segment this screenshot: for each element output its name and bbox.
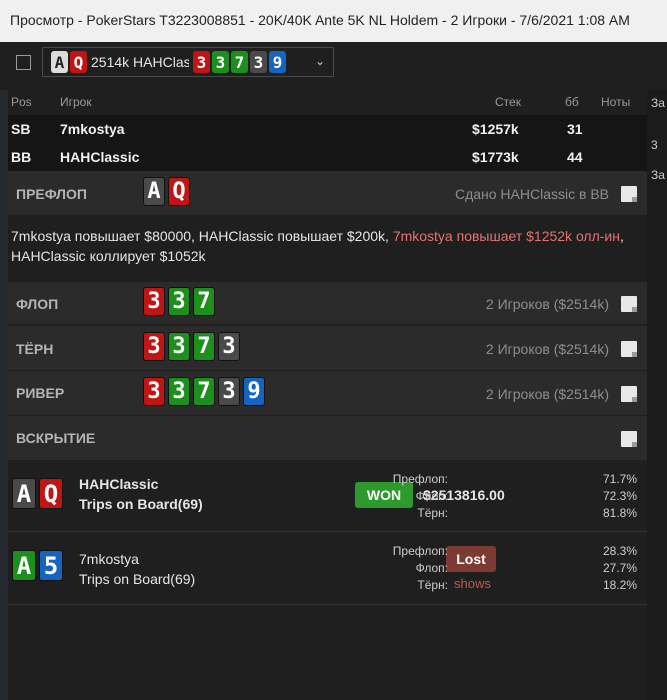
player-stack: $1773k bbox=[472, 149, 519, 165]
card-icon: A bbox=[51, 51, 68, 73]
shows-link[interactable]: shows bbox=[454, 576, 491, 591]
preflop-actions: 7mkostya повышает $80000, HAHClassic пов… bbox=[8, 215, 647, 281]
divider bbox=[8, 604, 647, 605]
preflop-info: Сдано HAHClassic в BB bbox=[454, 186, 609, 202]
table-row[interactable]: SB 7mkostya $1257k 31 bbox=[8, 115, 647, 143]
card-icon: 3 bbox=[143, 332, 165, 361]
note-icon[interactable] bbox=[621, 386, 637, 402]
card-icon: 3 bbox=[218, 377, 240, 406]
select-checkbox[interactable] bbox=[16, 55, 31, 70]
card-icon: 3 bbox=[193, 51, 210, 73]
card-icon: 3 bbox=[168, 287, 190, 316]
right-pane-value: 3 bbox=[651, 138, 658, 152]
col-bb: бб bbox=[565, 95, 579, 109]
card-icon: 7 bbox=[193, 332, 215, 361]
flop-title: ФЛОП bbox=[16, 296, 59, 312]
winner-hand-desc: Trips on Board(69) bbox=[79, 496, 203, 512]
left-edge-strip bbox=[0, 42, 8, 700]
note-icon[interactable] bbox=[621, 296, 637, 312]
right-pane-label: За bbox=[651, 168, 665, 182]
card-icon: 3 bbox=[143, 287, 165, 316]
player-bb: 44 bbox=[567, 149, 583, 165]
preflop-cards: A Q bbox=[143, 177, 193, 206]
turn-info: 2 Игроков ($2514k) bbox=[485, 341, 609, 357]
flop-section: ФЛОП 3 3 7 2 Игроков ($2514k) bbox=[8, 282, 647, 324]
card-icon: 3 bbox=[168, 332, 190, 361]
player-name: 7mkostya bbox=[60, 121, 125, 137]
showdown-section: ВСКРЫТИЕ bbox=[8, 416, 647, 460]
result-row-loser[interactable]: A 5 7mkostya Trips on Board(69) Lost sho… bbox=[8, 532, 647, 604]
card-icon: 7 bbox=[193, 377, 215, 406]
actions-text: 7mkostya повышает $80000, HAHClassic пов… bbox=[11, 228, 393, 244]
river-title: РИВЕР bbox=[16, 385, 65, 401]
player-bb: 31 bbox=[567, 121, 583, 137]
toolbar: A Q 2514k HAHClas 3 3 7 3 9 ⌄ bbox=[0, 42, 647, 90]
loser-cards: A 5 bbox=[12, 550, 66, 581]
river-cards: 3 3 7 3 9 bbox=[143, 377, 268, 406]
player-name: HAHClassic bbox=[60, 149, 140, 165]
lost-badge: Lost bbox=[446, 546, 496, 572]
card-icon: 5 bbox=[39, 550, 63, 581]
table-row[interactable]: BB HAHClassic $1773k 44 bbox=[8, 143, 647, 171]
preflop-title: ПРЕФЛОП bbox=[16, 186, 87, 202]
col-stack: Стек bbox=[495, 95, 521, 109]
flop-cards: 3 3 7 bbox=[143, 287, 218, 316]
col-pos: Pos bbox=[11, 95, 32, 109]
card-icon: 3 bbox=[143, 377, 165, 406]
card-icon: A bbox=[143, 177, 165, 206]
turn-cards: 3 3 7 3 bbox=[143, 332, 243, 361]
player-pos: BB bbox=[11, 149, 32, 165]
note-icon[interactable] bbox=[621, 186, 637, 202]
hand-selector-dropdown[interactable]: A Q 2514k HAHClas 3 3 7 3 9 ⌄ bbox=[42, 47, 334, 77]
card-icon: A bbox=[12, 550, 36, 581]
card-icon: 7 bbox=[193, 287, 215, 316]
card-icon: 9 bbox=[243, 377, 265, 406]
note-icon[interactable] bbox=[621, 341, 637, 357]
players-table-header: Pos Игрок Стек бб Ноты bbox=[8, 90, 647, 114]
col-player: Игрок bbox=[60, 95, 92, 109]
flop-info: 2 Игроков ($2514k) bbox=[485, 296, 609, 312]
card-icon: Q bbox=[70, 51, 87, 73]
allin-action-text: 7mkostya повышает $1252k олл-ин bbox=[392, 228, 620, 244]
card-icon: Q bbox=[39, 478, 63, 509]
chevron-down-icon: ⌄ bbox=[314, 54, 325, 68]
preflop-section: ПРЕФЛОП A Q Сдано HAHClassic в BB bbox=[8, 171, 647, 215]
window-title: Просмотр - PokerStars T3223008851 - 20K/… bbox=[0, 0, 667, 42]
card-icon: 7 bbox=[231, 51, 248, 73]
card-icon: A bbox=[12, 478, 36, 509]
loser-name: 7mkostya bbox=[79, 551, 139, 567]
card-icon: 3 bbox=[250, 51, 267, 73]
hand-selector-text: 2514k HAHClas bbox=[91, 54, 189, 70]
player-stack: $1257k bbox=[472, 121, 519, 137]
card-icon: Q bbox=[168, 177, 190, 206]
turn-title: ТЁРН bbox=[16, 341, 54, 357]
loser-hand-desc: Trips on Board(69) bbox=[79, 571, 196, 587]
winner-name: HAHClassic bbox=[79, 476, 159, 492]
card-icon: 3 bbox=[168, 377, 190, 406]
right-pane: За 3 За bbox=[647, 90, 667, 700]
right-pane-tab[interactable]: За bbox=[651, 96, 665, 110]
result-row-winner[interactable]: A Q HAHClassic Trips on Board(69) WON $2… bbox=[8, 460, 647, 532]
col-notes: Ноты bbox=[601, 95, 631, 109]
card-icon: 3 bbox=[212, 51, 229, 73]
turn-section: ТЁРН 3 3 7 3 2 Игроков ($2514k) bbox=[8, 326, 647, 370]
showdown-title: ВСКРЫТИЕ bbox=[16, 430, 96, 446]
winner-cards: A Q bbox=[12, 478, 66, 509]
river-section: РИВЕР 3 3 7 3 9 2 Игроков ($2514k) bbox=[8, 371, 647, 415]
card-icon: 3 bbox=[218, 332, 240, 361]
card-icon: 9 bbox=[269, 51, 286, 73]
note-icon[interactable] bbox=[621, 431, 637, 447]
river-info: 2 Игроков ($2514k) bbox=[485, 386, 609, 402]
player-pos: SB bbox=[11, 121, 31, 137]
